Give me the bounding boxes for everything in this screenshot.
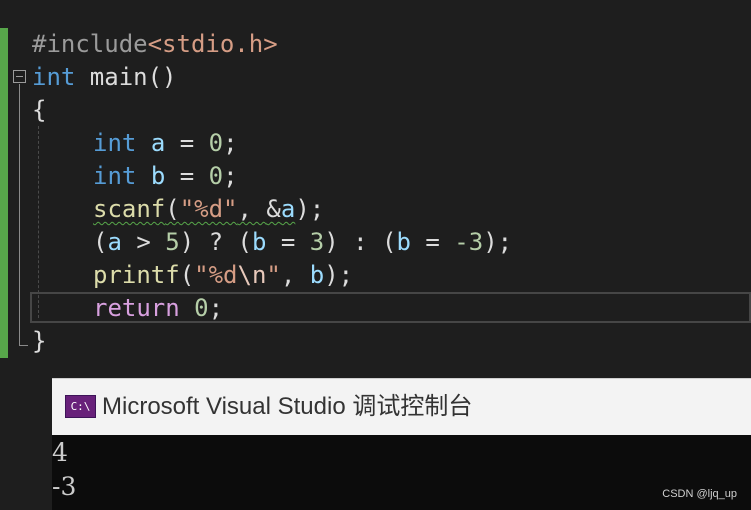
compare-op: > — [121, 228, 166, 256]
number-literal: 3 — [309, 228, 325, 256]
semicolon: ; — [223, 162, 238, 190]
format-string: "%d" — [179, 195, 238, 223]
keyword-int: int — [93, 129, 137, 157]
warning-squiggle[interactable]: scanf("%d", &a — [93, 195, 295, 223]
code-editor[interactable]: #include<stdio.h> int main() { int a = 0… — [0, 0, 751, 360]
number-literal: 0 — [194, 294, 209, 322]
statement-end: ); — [483, 228, 513, 256]
assign-op: = — [165, 162, 209, 190]
console-app-icon: C:\ — [65, 395, 96, 418]
include-header: <stdio.h> — [147, 30, 278, 58]
console-output-line: 4 — [52, 438, 68, 467]
code-line-return[interactable]: return 0; — [93, 292, 223, 325]
close-brace: } — [32, 327, 47, 355]
code-line-decl-b[interactable]: int b = 0; — [93, 160, 238, 193]
console-output-line: -3 — [52, 472, 77, 501]
statement-end: ); — [295, 195, 325, 223]
semicolon: ; — [208, 294, 224, 322]
escape-sequence: \n — [237, 261, 267, 289]
variable-b: b — [309, 261, 325, 289]
console-title: Microsoft Visual Studio 调试控制台 — [102, 393, 473, 420]
number-literal: 5 — [165, 228, 180, 256]
assign-op: = — [165, 129, 209, 157]
variable-a: a — [280, 195, 296, 223]
ternary-op: ) ? ( — [179, 228, 252, 256]
collapse-icon[interactable] — [13, 70, 26, 83]
change-indicator-bar — [0, 28, 8, 358]
open-brace: { — [32, 96, 47, 124]
code-line-main[interactable]: int main() — [32, 61, 177, 94]
watermark: CSDN @ljq_up — [662, 488, 737, 500]
number-literal: 0 — [208, 129, 224, 157]
variable-b: b — [251, 228, 267, 256]
variable-b: b — [150, 162, 166, 190]
code-line-ternary[interactable]: (a > 5) ? (b = 3) : (b = -3); — [93, 226, 512, 259]
keyword-int: int — [93, 162, 137, 190]
paren-open: ( — [93, 228, 108, 256]
function-scanf: scanf — [93, 195, 166, 223]
number-literal: -3 — [454, 228, 484, 256]
semicolon: ; — [223, 129, 238, 157]
comma: , — [237, 195, 267, 223]
paren-open: ( — [179, 261, 195, 289]
statement-end: ); — [324, 261, 354, 289]
assign-op: = — [410, 228, 455, 256]
code-line-scanf[interactable]: scanf("%d", &a); — [93, 193, 324, 226]
number-literal: 0 — [208, 162, 224, 190]
address-op: & — [266, 195, 281, 223]
format-string: "%d — [194, 261, 238, 289]
code-line-open-brace[interactable]: { — [32, 94, 46, 127]
fold-guide-line — [19, 84, 20, 346]
code-line-include[interactable]: #include<stdio.h> — [32, 28, 278, 61]
preprocessor-directive: #include — [32, 30, 148, 58]
code-line-decl-a[interactable]: int a = 0; — [93, 127, 238, 160]
variable-a: a — [150, 129, 166, 157]
keyword-return: return — [93, 294, 180, 322]
code-line-close-brace[interactable]: } — [32, 325, 46, 358]
function-printf: printf — [93, 261, 180, 289]
comma: , — [280, 261, 310, 289]
paren-open: ( — [165, 195, 180, 223]
ternary-else: ) : ( — [324, 228, 397, 256]
variable-b: b — [396, 228, 411, 256]
assign-op: = — [266, 228, 310, 256]
code-line-printf[interactable]: printf("%d\n", b); — [93, 259, 353, 292]
function-signature: main() — [75, 63, 177, 91]
fold-guide-end — [19, 345, 28, 346]
indent-guide — [38, 126, 39, 318]
string-close-quote: " — [266, 261, 281, 289]
console-titlebar[interactable]: C:\ Microsoft Visual Studio 调试控制台 — [52, 378, 751, 435]
debug-console-window[interactable]: C:\ Microsoft Visual Studio 调试控制台 4 -3 C… — [52, 378, 751, 510]
variable-a: a — [107, 228, 122, 256]
keyword-int: int — [32, 63, 76, 91]
